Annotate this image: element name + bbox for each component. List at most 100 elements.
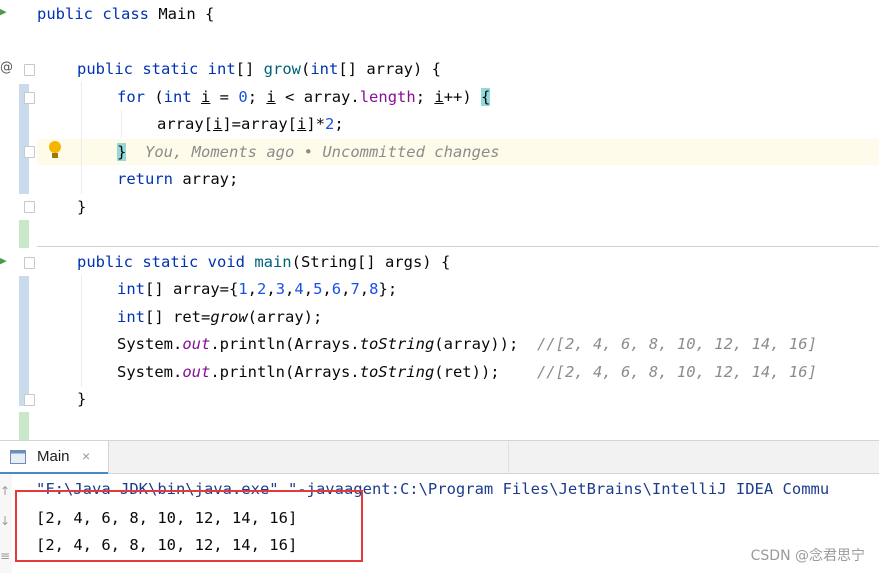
code-token: out	[182, 363, 211, 381]
console-toolbar: ↑ ↓ ≡	[0, 474, 12, 573]
code-token: ,	[285, 280, 295, 298]
code-token: }	[77, 390, 87, 408]
code-line[interactable]: for (int i = 0; i < array.length; i++) {	[117, 84, 491, 110]
code-comment: //[2, 4, 6, 8, 10, 12, 14, 16]	[536, 335, 817, 353]
code-token: int	[117, 280, 145, 298]
code-token: main	[254, 253, 292, 271]
soft-wrap-icon[interactable]: ≡	[0, 549, 10, 563]
code-token: grow	[263, 60, 301, 78]
code-token: 7	[350, 280, 360, 298]
code-token: (array);	[247, 308, 323, 326]
code-token: 2	[257, 280, 267, 298]
code-token: System.	[117, 335, 183, 353]
code-token: ]=array[	[222, 115, 297, 133]
code-token: ,	[322, 280, 332, 298]
code-line[interactable]: } You, Moments ago • Uncommitted changes	[117, 139, 500, 165]
toolbar-divider	[508, 441, 509, 474]
code-comment: You, Moments ago • Uncommitted changes	[145, 143, 500, 161]
code-line[interactable]: }	[77, 194, 86, 220]
code-token: };	[378, 280, 398, 298]
fold-toggle-icon[interactable]	[24, 394, 35, 406]
run-main-icon[interactable]: ▶	[0, 254, 7, 267]
code-token: toString	[359, 335, 435, 353]
code-token: 0	[238, 88, 248, 106]
lightbulb-icon[interactable]	[46, 139, 64, 161]
code-line[interactable]: }	[77, 386, 86, 412]
code-token: .println(Arrays.	[210, 335, 360, 353]
fold-toggle-icon[interactable]	[24, 92, 35, 104]
code-token: grow	[210, 308, 248, 326]
code-token: public static void	[77, 253, 255, 271]
highlight-box	[15, 490, 363, 562]
code-token: array;	[182, 170, 239, 188]
code-token: (array));	[434, 335, 537, 353]
code-token: i	[434, 88, 444, 106]
close-icon[interactable]: ×	[82, 448, 90, 464]
code-token: ,	[247, 280, 258, 298]
arrow-down-icon[interactable]: ↓	[0, 514, 10, 528]
code-token: (ret));	[434, 363, 537, 381]
code-token: return	[117, 170, 183, 188]
console-icon	[10, 450, 26, 464]
fold-toggle-icon[interactable]	[24, 146, 35, 158]
arrow-up-icon[interactable]: ↑	[0, 484, 10, 498]
code-line[interactable]: array[i]=array[i]*2;	[157, 111, 344, 137]
code-line[interactable]: public static int[] grow(int[] array) {	[77, 56, 441, 82]
fold-toggle-icon[interactable]	[24, 257, 35, 269]
method-separator	[37, 246, 879, 247]
code-token: [] array) {	[338, 60, 441, 78]
code-line[interactable]: System.out.println(Arrays.toString(ret))…	[117, 359, 817, 385]
code-token: ,	[266, 280, 276, 298]
code-line[interactable]: int[] array={1,2,3,4,5,6,7,8};	[117, 276, 397, 302]
fold-toggle-icon[interactable]	[24, 201, 35, 213]
fold-toggle-icon[interactable]	[24, 64, 35, 76]
code-token: 3	[275, 280, 286, 298]
editor-gutter: ▶ @ ▶	[0, 0, 36, 440]
code-token: 6	[331, 280, 342, 298]
run-class-icon[interactable]: ▶	[0, 5, 7, 18]
code-token: out	[182, 335, 211, 353]
code-token: }	[77, 198, 87, 216]
code-token: [] ret=	[145, 308, 211, 326]
code-token: array[	[157, 115, 213, 133]
change-marker-added[interactable]	[19, 412, 29, 440]
code-token: i	[266, 88, 276, 106]
code-token: System.	[117, 363, 183, 381]
code-token: (	[154, 88, 164, 106]
code-line[interactable]: int[] ret=grow(array);	[117, 304, 322, 330]
code-token: Main {	[158, 5, 215, 23]
code-line[interactable]: System.out.println(Arrays.toString(array…	[117, 331, 817, 357]
code-line[interactable]: public static void main(String[] args) {	[77, 249, 450, 275]
code-token: ++)	[443, 88, 482, 106]
code-token: 4	[294, 280, 304, 298]
code-token: ;	[334, 115, 344, 133]
annotation-icon[interactable]: @	[0, 60, 13, 75]
code-token: public class	[37, 5, 159, 23]
code-token: i	[201, 88, 211, 106]
code-token: []	[235, 60, 264, 78]
change-marker-modified[interactable]	[19, 276, 29, 406]
code-token: int	[207, 60, 236, 78]
change-marker-added[interactable]	[19, 220, 29, 248]
code-token: length	[359, 88, 416, 106]
code-token: ,	[359, 280, 370, 298]
code-token: 1	[238, 280, 248, 298]
code-token: (String[] args) {	[291, 253, 451, 271]
code-token: i	[213, 115, 223, 133]
code-token: ,	[303, 280, 314, 298]
code-token: for	[117, 88, 155, 106]
code-token: =	[210, 88, 239, 106]
tab-run-main[interactable]: Main ×	[0, 441, 109, 474]
code-token: int	[310, 60, 339, 78]
code-token: i	[297, 115, 307, 133]
tab-label: Main	[37, 448, 70, 465]
code-token: .println(Arrays.	[210, 363, 360, 381]
code-token: 2	[325, 115, 335, 133]
code-token: (	[300, 60, 311, 78]
code-comment: //[2, 4, 6, 8, 10, 12, 14, 16]	[536, 363, 817, 381]
code-line[interactable]: public class Main {	[37, 1, 214, 27]
code-editor[interactable]: public class Main { public static int[] …	[37, 0, 879, 440]
code-token: < array.	[275, 88, 360, 106]
code-line[interactable]: return array;	[117, 166, 238, 192]
